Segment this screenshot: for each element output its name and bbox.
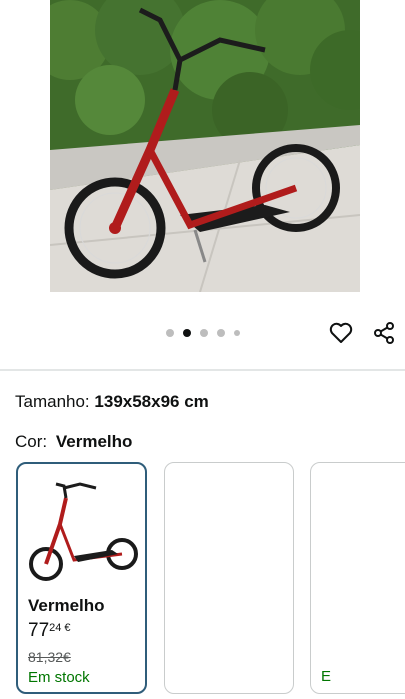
image-carousel-dots[interactable] [166, 329, 240, 337]
swatch-price: 7724 € [28, 620, 71, 642]
swatch-scooter-image [29, 482, 138, 581]
share-icon [374, 322, 394, 344]
swatch-old-price: 81,32€ [28, 649, 71, 665]
swatch-stock-status: Em stock [28, 669, 90, 686]
carousel-dot[interactable] [217, 329, 225, 337]
size-value: 139x58x96 cm [94, 392, 209, 411]
size-label: Tamanho: [15, 392, 90, 411]
section-divider [0, 369, 405, 371]
carousel-dot[interactable] [234, 330, 240, 336]
heart-icon [329, 322, 353, 343]
product-image[interactable] [50, 0, 360, 292]
carousel-dot-active[interactable] [183, 329, 191, 337]
price-whole: 77 [28, 620, 50, 641]
color-swatch-selected[interactable]: Vermelho 7724 € 81,32€ Em stock [16, 462, 147, 694]
swatch-stock-status: E [321, 668, 332, 685]
swatch-name: Vermelho [28, 596, 105, 615]
carousel-dot[interactable] [166, 329, 174, 337]
scooter-photo [50, 0, 360, 292]
color-swatch[interactable]: E [310, 462, 405, 694]
color-row: Cor: Vermelho [15, 432, 132, 452]
share-button[interactable] [370, 319, 398, 347]
carousel-dot[interactable] [200, 329, 208, 337]
size-row: Tamanho: 139x58x96 cm [15, 392, 209, 412]
color-label: Cor: [15, 432, 48, 451]
color-swatch[interactable] [164, 462, 294, 694]
color-value: Vermelho [55, 432, 133, 451]
price-fraction: 24 € [49, 622, 71, 634]
wishlist-button[interactable] [327, 319, 355, 347]
